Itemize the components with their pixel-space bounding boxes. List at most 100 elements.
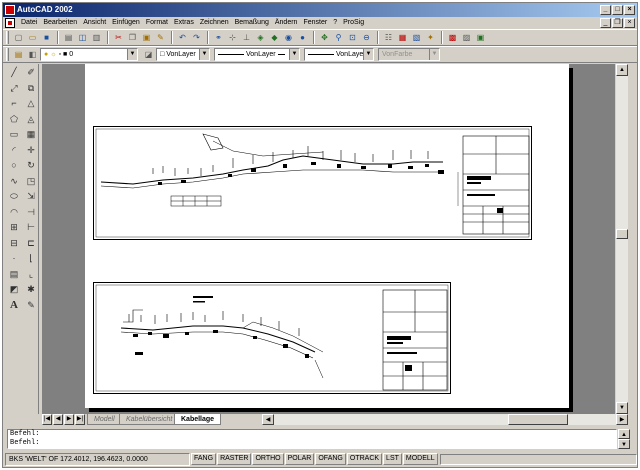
tab-last-icon[interactable]: ▶|: [75, 414, 85, 425]
copy-icon[interactable]: ❐: [126, 31, 139, 44]
status-lst-button[interactable]: LST: [383, 453, 402, 465]
command-scroll-down-icon[interactable]: ▼: [618, 439, 630, 449]
chevron-down-icon[interactable]: ▼: [289, 49, 299, 60]
array-icon[interactable]: ▦: [23, 127, 39, 143]
print-icon[interactable]: ▤: [62, 31, 75, 44]
orbit-icon[interactable]: ●: [296, 31, 309, 44]
plan-viewport-upper[interactable]: [93, 126, 532, 240]
chevron-down-icon[interactable]: ▼: [199, 49, 209, 60]
chevron-down-icon[interactable]: ▼: [127, 49, 137, 60]
cut-icon[interactable]: ✂: [112, 31, 125, 44]
osnap-icon[interactable]: ⊹: [226, 31, 239, 44]
vertical-scroll-thumb[interactable]: [616, 229, 628, 239]
menu-format[interactable]: Format: [143, 17, 171, 29]
polyline-icon[interactable]: ⌐: [6, 96, 22, 112]
linetype-select[interactable]: VonLayer ▼: [214, 48, 300, 61]
tab-kabeluebersicht[interactable]: Kabelübersicht: [119, 414, 180, 425]
mirror-icon[interactable]: △: [23, 96, 39, 112]
match-icon[interactable]: ✎: [154, 31, 167, 44]
stretch-icon[interactable]: ⇲: [23, 189, 39, 205]
toolbar-grip[interactable]: [6, 48, 9, 61]
status-fang-button[interactable]: FANG: [191, 453, 217, 465]
horizontal-scroll-thumb[interactable]: [508, 414, 568, 425]
status-raster-button[interactable]: RASTER: [217, 453, 252, 465]
extend-icon[interactable]: ⊢: [23, 220, 39, 236]
doc-close-icon[interactable]: ×: [624, 18, 635, 28]
lineweight-select[interactable]: VonLayer ▼: [304, 48, 374, 61]
zoom-realtime-icon[interactable]: ⚲: [332, 31, 345, 44]
properties-icon[interactable]: ☷: [382, 31, 395, 44]
ellipse-icon[interactable]: ⬭: [6, 189, 22, 205]
zoom-previous-icon[interactable]: ⊖: [360, 31, 373, 44]
make-block-icon[interactable]: ⊟: [6, 236, 22, 252]
explode-icon[interactable]: ✱: [23, 282, 39, 298]
properties-brush-icon[interactable]: ✎: [23, 298, 39, 314]
line-icon[interactable]: ╱: [6, 65, 22, 81]
menu-zeichnen[interactable]: Zeichnen: [197, 17, 232, 29]
menu-fenster[interactable]: Fenster: [300, 17, 330, 29]
help-icon[interactable]: ✦: [424, 31, 437, 44]
new-icon[interactable]: ▢: [12, 31, 25, 44]
tab-first-icon[interactable]: |◀: [42, 414, 52, 425]
point-icon[interactable]: ·: [6, 251, 22, 267]
ellipse-arc-icon[interactable]: ◠: [6, 205, 22, 221]
save-icon[interactable]: ■: [40, 31, 53, 44]
paste-icon[interactable]: ▣: [140, 31, 153, 44]
region-icon[interactable]: ◩: [6, 282, 22, 298]
offset-icon[interactable]: ◬: [23, 112, 39, 128]
view-icon[interactable]: ◈: [254, 31, 267, 44]
command-window[interactable]: Befehl: Befehl:: [7, 429, 617, 449]
move-icon[interactable]: ✛: [23, 143, 39, 159]
scale-icon[interactable]: ◳: [23, 174, 39, 190]
drawing-area[interactable]: [42, 64, 615, 414]
pan-icon[interactable]: ✥: [318, 31, 331, 44]
status-modell-button[interactable]: MODELL: [402, 453, 438, 465]
document-icon[interactable]: [5, 18, 15, 28]
horizontal-scrollbar[interactable]: ◀ ▶: [262, 414, 628, 425]
status-polar-button[interactable]: POLAR: [284, 453, 315, 465]
rectangle-icon[interactable]: ▭: [6, 127, 22, 143]
hyperlink-icon[interactable]: ⚭: [212, 31, 225, 44]
tab-kabellage[interactable]: Kabellage: [174, 414, 222, 425]
plot-icon[interactable]: ▥: [90, 31, 103, 44]
menu-extras[interactable]: Extras: [171, 17, 197, 29]
menu-prosig[interactable]: ProSig: [340, 17, 367, 29]
text-icon[interactable]: A: [6, 298, 22, 314]
break-icon[interactable]: ⊏: [23, 236, 39, 252]
hatch-icon[interactable]: ▤: [6, 267, 22, 283]
autocad-app-icon[interactable]: [5, 5, 15, 15]
construction-line-icon[interactable]: ⤢: [6, 81, 22, 97]
menu-aendern[interactable]: Ändern: [272, 17, 301, 29]
doc-restore-icon[interactable]: ❐: [612, 18, 623, 28]
erase-icon[interactable]: ✐: [23, 65, 39, 81]
scroll-up-icon[interactable]: ▲: [616, 64, 628, 76]
zoom-window-icon[interactable]: ⊡: [346, 31, 359, 44]
preview-icon[interactable]: ◫: [76, 31, 89, 44]
doc-minimize-icon[interactable]: _: [600, 18, 611, 28]
status-otrack-button[interactable]: OTRACK: [346, 453, 383, 465]
minimize-icon[interactable]: _: [600, 5, 611, 15]
menu-help[interactable]: ?: [330, 17, 340, 29]
vertical-scrollbar[interactable]: ▲ ▼: [616, 64, 628, 414]
open-icon[interactable]: ▭: [26, 31, 39, 44]
layer-manager-icon[interactable]: ▤: [12, 48, 25, 61]
scroll-left-icon[interactable]: ◀: [262, 414, 274, 425]
command-scroll-up-icon[interactable]: ▲: [618, 429, 630, 439]
undo-icon[interactable]: ↶: [176, 31, 189, 44]
redo-icon[interactable]: ↷: [190, 31, 203, 44]
command-scrollbar[interactable]: ▲ ▼: [618, 429, 630, 449]
status-ofang-button[interactable]: OFANG: [315, 453, 346, 465]
color-select[interactable]: □ VonLayer ▼: [156, 48, 210, 61]
insert-block-icon[interactable]: ⊞: [6, 220, 22, 236]
plan-viewport-lower[interactable]: [93, 282, 451, 394]
prosig-tool-1-icon[interactable]: ▩: [446, 31, 459, 44]
rotate-icon[interactable]: ↻: [23, 158, 39, 174]
layer-select[interactable]: ● ☼ ▫ ■ 0 ▼: [40, 48, 138, 61]
copy-object-icon[interactable]: ⧉: [23, 81, 39, 97]
menu-bemassung[interactable]: Bemaßung: [232, 17, 272, 29]
status-ortho-button[interactable]: ORTHO: [252, 453, 284, 465]
fillet-icon[interactable]: ⌞: [23, 267, 39, 283]
spline-icon[interactable]: ∿: [6, 174, 22, 190]
prosig-tool-2-icon[interactable]: ▨: [460, 31, 473, 44]
tab-modell[interactable]: Modell: [87, 414, 122, 425]
